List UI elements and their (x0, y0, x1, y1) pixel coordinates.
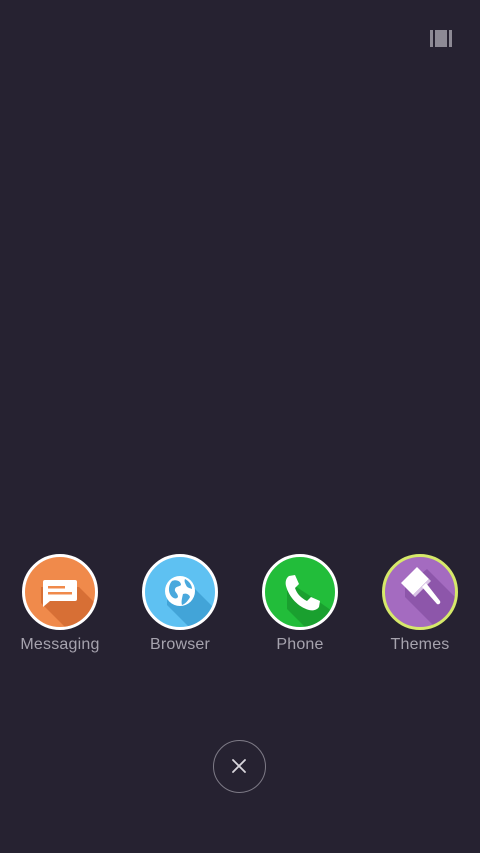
message-icon (41, 580, 95, 627)
app-themes[interactable]: Themes (360, 554, 480, 654)
paintbrush-icon (401, 567, 455, 627)
screen: Messaging Browser Phone Themes (0, 0, 480, 853)
close-icon (232, 759, 246, 773)
app-label: Themes (390, 636, 450, 653)
app-label: Browser (149, 636, 211, 653)
messaging-app-icon[interactable] (22, 554, 98, 630)
layout-bars-icon[interactable] (430, 30, 452, 47)
app-label: Phone (276, 636, 324, 653)
app-browser[interactable]: Browser (120, 554, 240, 654)
browser-app-icon[interactable] (142, 554, 218, 630)
globe-icon (165, 576, 215, 627)
phone-app-icon[interactable] (262, 554, 338, 630)
app-messaging[interactable]: Messaging (0, 554, 120, 654)
app-dock: Messaging Browser Phone Themes (0, 554, 480, 664)
app-label: Messaging (20, 636, 100, 653)
phone-icon (285, 575, 335, 627)
app-phone[interactable]: Phone (240, 554, 360, 654)
themes-app-icon[interactable] (382, 554, 458, 630)
close-button[interactable] (213, 740, 266, 793)
